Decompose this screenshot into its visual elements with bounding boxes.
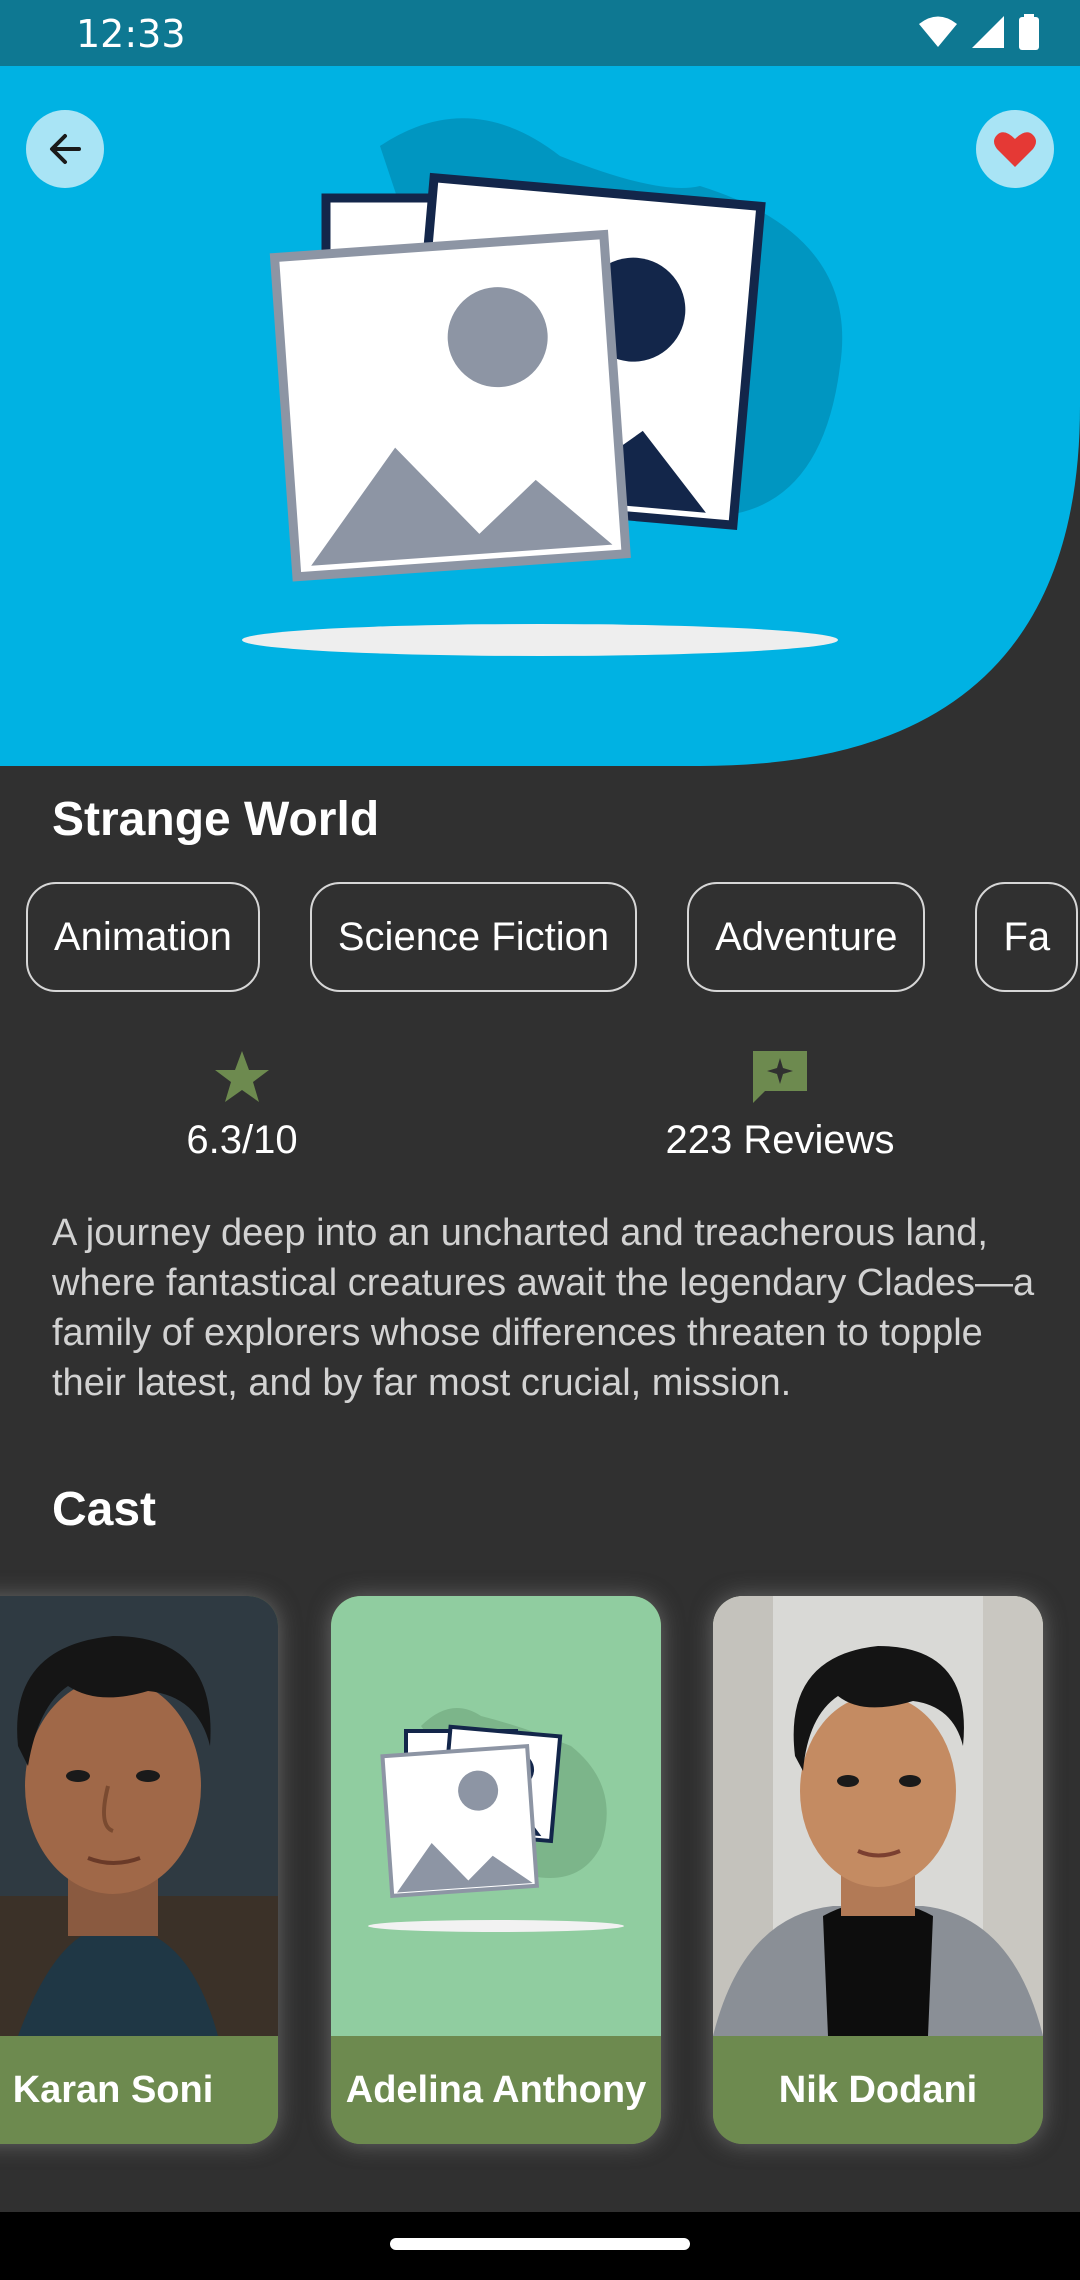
home-gesture-handle[interactable]: [390, 2238, 690, 2250]
battery-icon: [1019, 14, 1039, 50]
arrow-left-icon: [50, 134, 81, 164]
status-icons: [918, 14, 1040, 50]
cast-list[interactable]: Karan Soni Adelina Anthony Nik Dodani: [0, 1596, 1080, 2156]
status-bar: 12:33: [0, 0, 1080, 66]
cast-card[interactable]: Karan Soni: [0, 1596, 278, 2144]
hero-placeholder-illustration: [0, 66, 1080, 766]
cast-name: Adelina Anthony: [331, 2036, 661, 2144]
movie-description: A journey deep into an uncharted and tre…: [52, 1212, 1035, 1404]
status-time: 12:33: [76, 12, 186, 56]
favorite-button[interactable]: [976, 110, 1054, 188]
review-chat-icon: [753, 1051, 807, 1103]
movie-title: Strange World: [52, 793, 380, 846]
cast-card[interactable]: Adelina Anthony: [331, 1596, 661, 2144]
hero-image: [0, 66, 1080, 766]
cast-photo: [0, 1596, 278, 2036]
heart-icon: [994, 132, 1036, 167]
reviews-stat[interactable]: 223 Reviews: [600, 1048, 960, 1163]
genre-chip-list[interactable]: Animation Science Fiction Adventure Fa: [26, 882, 1080, 992]
star-icon: [215, 1051, 269, 1102]
reviews-count: 223 Reviews: [665, 1118, 895, 1162]
cast-card[interactable]: Nik Dodani: [713, 1596, 1043, 2144]
genre-chip[interactable]: Fa: [975, 882, 1079, 992]
wifi-icon: [919, 16, 957, 47]
rating-stat: 6.3/10: [62, 1048, 422, 1163]
cast-heading: Cast: [52, 1483, 157, 1536]
genre-chip[interactable]: Science Fiction: [309, 882, 638, 992]
back-button[interactable]: [26, 110, 104, 188]
genre-chip[interactable]: Adventure: [687, 882, 926, 992]
cast-name: Karan Soni: [0, 2036, 278, 2144]
movie-detail-screen: 12:33 Strange World Animation Science Fi…: [0, 0, 1080, 2280]
cast-name: Nik Dodani: [713, 2036, 1043, 2144]
cell-signal-icon: [972, 16, 1004, 48]
cast-photo-placeholder: [331, 1596, 661, 2036]
genre-chip[interactable]: Animation: [26, 882, 260, 992]
rating-value: 6.3/10: [186, 1118, 298, 1162]
cast-photo: [713, 1596, 1043, 2036]
system-navigation-bar: [0, 2212, 1080, 2280]
